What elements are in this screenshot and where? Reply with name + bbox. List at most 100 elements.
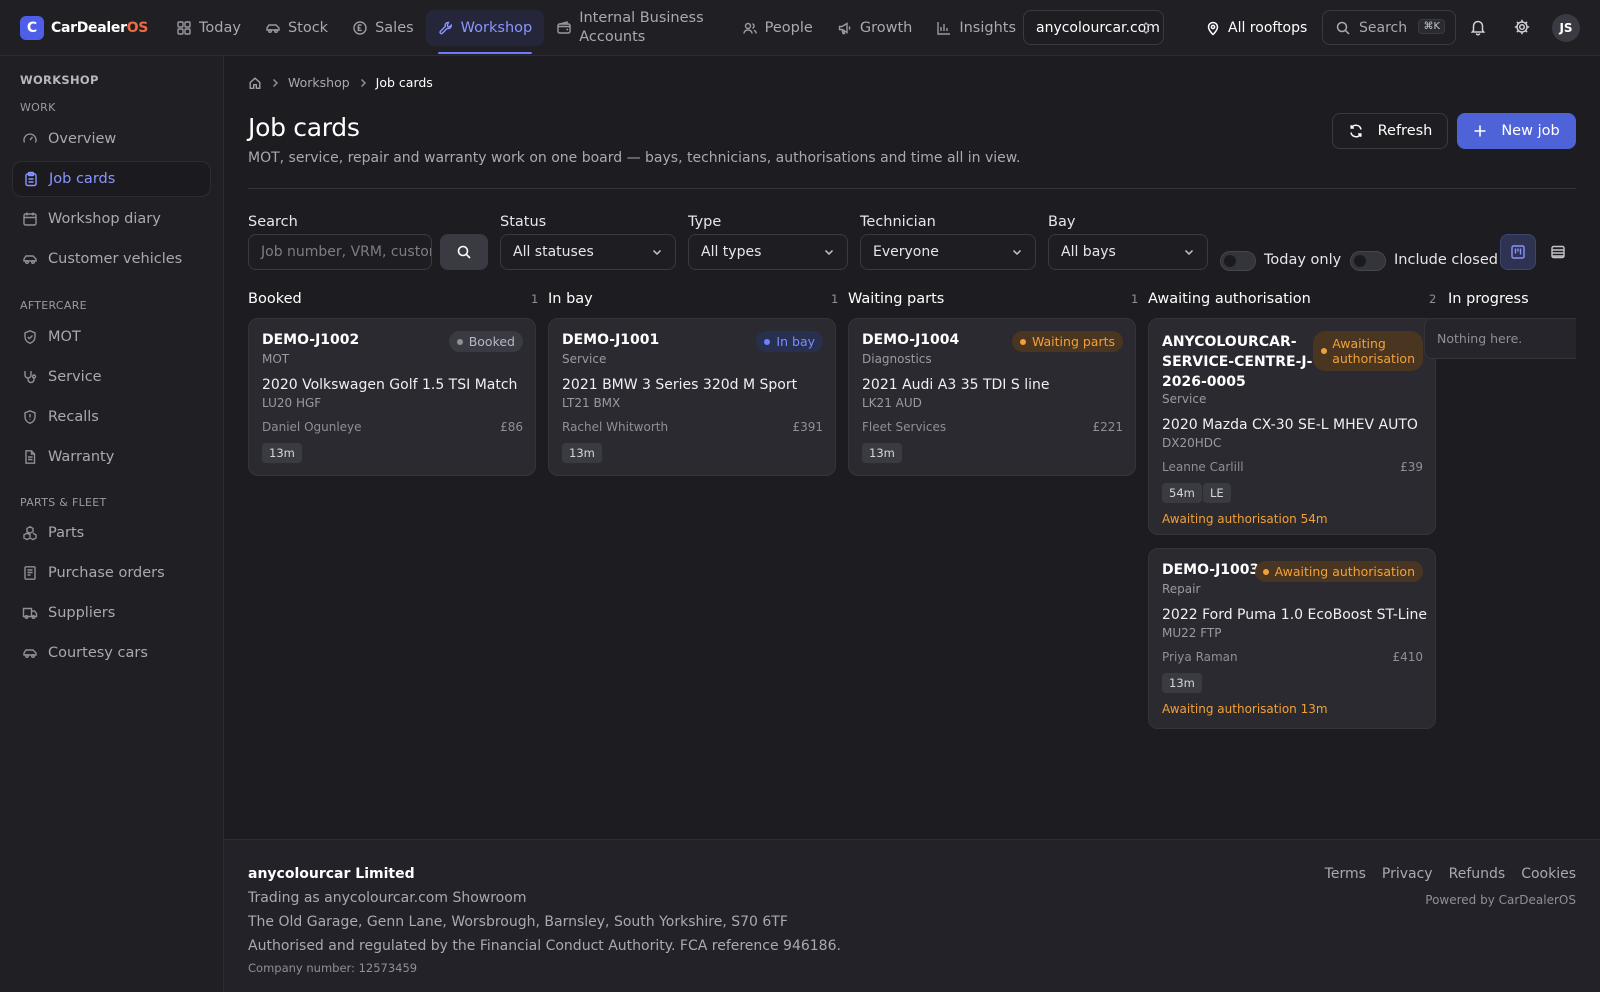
sidebar-item-label: Overview (48, 131, 117, 147)
rooftops-selector[interactable]: All rooftops (1205, 10, 1307, 45)
sidebar-item-overview[interactable]: Overview (12, 121, 211, 157)
board-view-button[interactable] (1500, 234, 1536, 270)
sidebar-title: WORKSHOP (20, 73, 99, 87)
gear-icon[interactable] (1513, 18, 1531, 36)
status-select[interactable]: All statuses (500, 234, 676, 270)
car-icon (265, 20, 281, 36)
nav-item-stock[interactable]: Stock (253, 10, 340, 46)
column-title-waiting-parts: Waiting parts (848, 291, 945, 307)
nav-item-today[interactable]: Today (164, 10, 253, 46)
domain-select[interactable]: anycolourcar.com (1023, 10, 1164, 45)
status-badge: Awaiting authorisation (1313, 331, 1423, 371)
truck-icon (22, 605, 38, 621)
customer-name: Leanne Carlill (1162, 460, 1244, 474)
chevron-down-icon (651, 246, 663, 258)
footer-link-cookies[interactable]: Cookies (1521, 866, 1576, 882)
status-badge: Booked (448, 331, 523, 352)
sidebar-item-service[interactable]: Service (12, 359, 211, 395)
job-number-line: ANYCOLOURCAR- (1162, 334, 1297, 350)
job-price: £391 (792, 420, 823, 434)
search-icon (456, 244, 472, 260)
page-title: Job cards (248, 113, 360, 142)
sidebar-item-customer-vehicles[interactable]: Customer vehicles (12, 241, 211, 277)
footer-link-privacy[interactable]: Privacy (1382, 866, 1433, 882)
type-select[interactable]: All types (688, 234, 848, 270)
bell-icon[interactable] (1469, 18, 1487, 36)
today-only-toggle[interactable] (1220, 251, 1256, 271)
sidebar-item-suppliers[interactable]: Suppliers (12, 595, 211, 631)
clipboard-icon (23, 171, 39, 187)
nav-item-sales[interactable]: Sales (340, 10, 426, 46)
status-badge: In bay (756, 331, 823, 352)
table-view-button[interactable] (1540, 234, 1576, 270)
job-card[interactable]: DEMO-J1001 In bay Service 2021 BMW 3 Ser… (548, 318, 836, 476)
page-subtitle: MOT, service, repair and warranty work o… (248, 150, 1021, 166)
nav-item-label: Growth (859, 19, 913, 36)
status-dot (1262, 568, 1269, 575)
job-card[interactable]: DEMO-J1003 Awaiting authorisation Repair… (1148, 548, 1436, 729)
sidebar-item-recalls[interactable]: Recalls (12, 399, 211, 435)
job-type: Repair (1162, 582, 1201, 596)
nav-item-label: Sales (375, 19, 414, 36)
status-label: Status (500, 214, 547, 230)
job-card[interactable]: DEMO-J1002 Booked MOT 2020 Volkswagen Go… (248, 318, 536, 476)
sidebar-item-courtesy-cars[interactable]: Courtesy cars (12, 635, 211, 671)
refresh-button[interactable]: Refresh (1332, 113, 1448, 149)
home-icon[interactable] (248, 76, 262, 90)
column-count: 1 (531, 292, 539, 306)
technician-select-value: Everyone (873, 244, 939, 260)
job-card[interactable]: ANYCOLOURCAR- SERVICE-CENTRE-J- 2026-000… (1148, 318, 1436, 535)
sidebar-item-label: Purchase orders (48, 565, 165, 581)
job-price: £39 (1400, 460, 1423, 474)
sidebar-item-job-cards[interactable]: Job cards (12, 161, 211, 197)
car-icon (22, 251, 38, 267)
job-type: Service (1162, 392, 1207, 406)
sidebar-item-label: Recalls (48, 409, 99, 425)
awaiting-note: Awaiting authorisation 13m (1162, 702, 1328, 716)
chevron-down-icon (1183, 246, 1195, 258)
wrench-icon (438, 20, 454, 36)
search-button[interactable] (440, 234, 488, 270)
bar-chart-icon (936, 20, 952, 36)
include-closed-label: Include closed (1394, 252, 1498, 268)
job-number-line: 2026-0005 (1162, 374, 1246, 390)
vehicle-name: 2022 Ford Puma 1.0 EcoBoost ST-Line (1162, 607, 1427, 623)
technician-select[interactable]: Everyone (860, 234, 1036, 270)
brand-logo-icon: C (20, 15, 44, 40)
chevron-down-icon (823, 246, 835, 258)
footer-link-refunds[interactable]: Refunds (1449, 866, 1506, 882)
brand[interactable]: C CarDealerOS (20, 15, 150, 40)
nav-item-insights[interactable]: Insights (924, 10, 1028, 46)
footer-regulation: Authorised and regulated by the Financia… (248, 938, 841, 954)
sidebar-item-purchase-orders[interactable]: Purchase orders (12, 555, 211, 591)
coin-icon (352, 20, 368, 36)
footer-link-terms[interactable]: Terms (1325, 866, 1366, 882)
include-closed-toggle[interactable] (1350, 251, 1386, 271)
footer: anycolourcar Limited Trading as anycolou… (224, 839, 1600, 992)
sidebar-item-parts[interactable]: Parts (12, 515, 211, 551)
status-badge-text: Booked (468, 334, 515, 349)
time-chip: 54m (1162, 483, 1202, 503)
bay-select[interactable]: All bays (1048, 234, 1208, 270)
sidebar-item-workshop-diary[interactable]: Workshop diary (12, 201, 211, 237)
sidebar-item-warranty[interactable]: Warranty (12, 439, 211, 475)
nav-item-growth[interactable]: Growth (825, 10, 925, 46)
global-search[interactable]: Search ⌘K (1322, 10, 1456, 45)
job-price: £221 (1092, 420, 1123, 434)
status-badge-text: Waiting parts (1031, 334, 1115, 349)
breadcrumb-link-workshop[interactable]: Workshop (288, 75, 350, 90)
chevron-up-down-icon (1139, 20, 1153, 36)
new-job-button[interactable]: New job (1457, 113, 1576, 149)
technician-chip: LE (1203, 483, 1231, 503)
job-card[interactable]: DEMO-J1004 Waiting parts Diagnostics 202… (848, 318, 1136, 476)
nav-item-label: Workshop (460, 19, 533, 36)
nav-item-internal-business-accounts[interactable]: Internal Business Accounts (544, 10, 715, 46)
nav-item-label: Insights (959, 19, 1017, 36)
footer-links: Terms Privacy Refunds Cookies (1309, 866, 1576, 882)
nav-item-workshop[interactable]: Workshop (425, 9, 545, 54)
avatar[interactable]: JS (1552, 14, 1580, 42)
nav-item-people[interactable]: People (730, 10, 825, 46)
footer-powered-by: Powered by CarDealerOS (1425, 893, 1576, 907)
job-search-input[interactable]: Job number, VRM, customer (248, 234, 432, 270)
sidebar-item-mot[interactable]: MOT (12, 319, 211, 355)
